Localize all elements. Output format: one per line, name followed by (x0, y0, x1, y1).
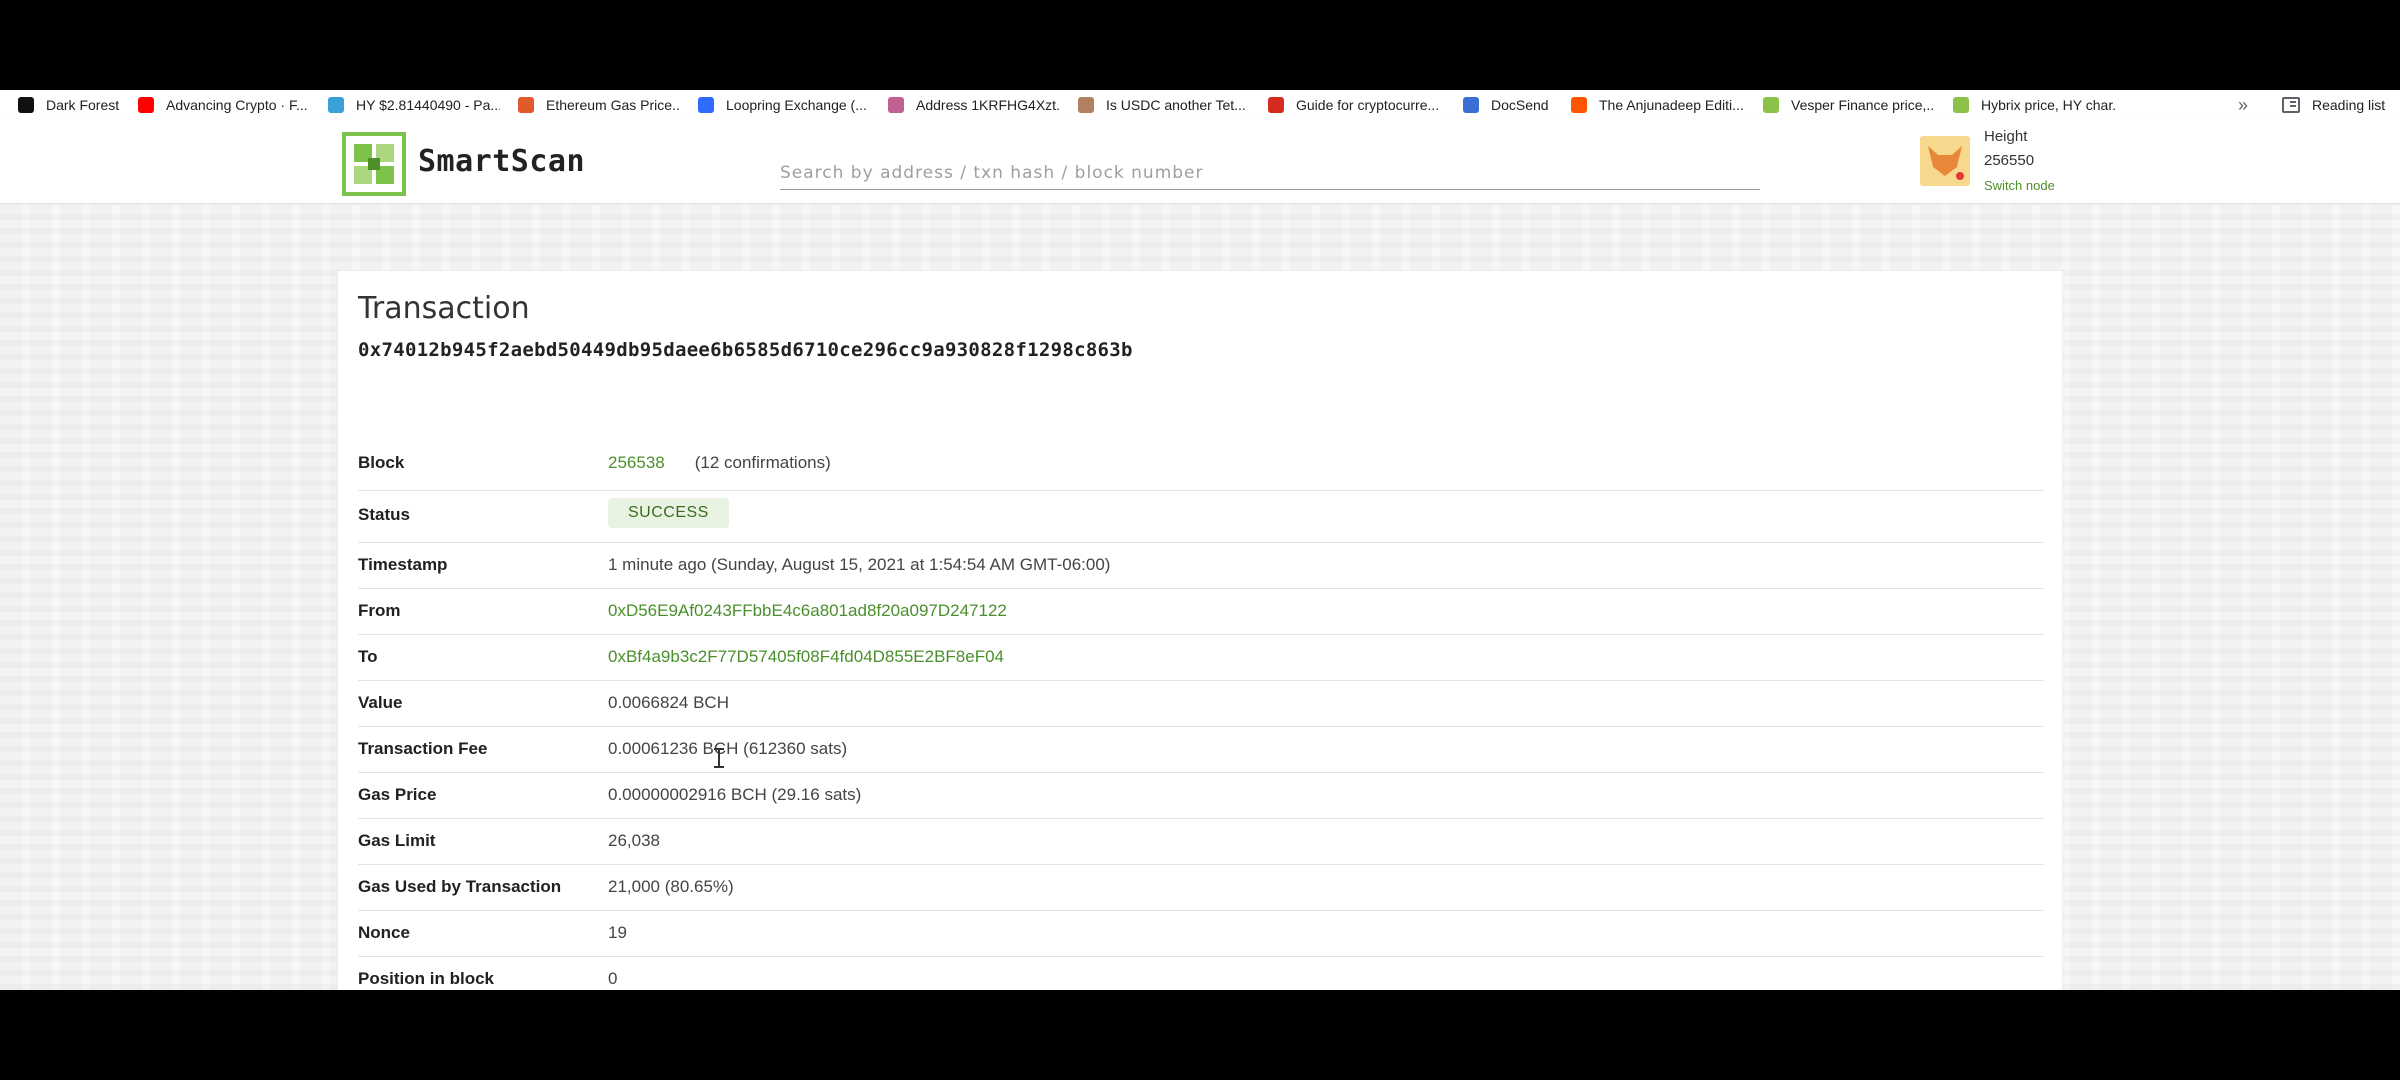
bookmark-favicon-icon (888, 97, 904, 113)
bookmark-favicon-icon (1078, 97, 1094, 113)
reading-list-label: Reading list (2312, 97, 2386, 113)
brand-name[interactable]: SmartScan (418, 144, 585, 179)
smartscan-logo-icon[interactable] (342, 132, 406, 196)
bookmark-label: Loopring Exchange (... (726, 97, 867, 113)
fee-value: 0.00061236 BCH (612360 sats) (608, 739, 848, 758)
bookmark-label: Vesper Finance price,... (1791, 97, 1935, 113)
bookmark-item[interactable]: Guide for cryptocurre... (1250, 90, 1445, 120)
bookmark-item[interactable]: The Anjunadeep Editi... (1553, 90, 1745, 120)
letterbox-bottom (0, 990, 2400, 1080)
height-value: 256550 (1984, 152, 2035, 169)
row-gas-price: Gas Price 0.00000002916 BCH (29.16 sats) (358, 773, 2044, 819)
nonce-value: 19 (608, 923, 627, 942)
bookmark-favicon-icon (328, 97, 344, 113)
letterbox-top (0, 0, 2400, 90)
to-label: To (358, 647, 378, 666)
row-value: Value 0.0066824 BCH (358, 681, 2044, 727)
bookmark-favicon-icon (138, 97, 154, 113)
page-title: Transaction (358, 291, 530, 326)
status-badge: SUCCESS (608, 498, 729, 528)
row-gas-limit: Gas Limit 26,038 (358, 819, 2044, 865)
nonce-label: Nonce (358, 923, 410, 942)
bookmark-label: Guide for cryptocurre... (1296, 97, 1440, 113)
gas-limit-value: 26,038 (608, 831, 660, 850)
bookmark-favicon-icon (1571, 97, 1587, 113)
bookmark-label: Ethereum Gas Price... (546, 97, 680, 113)
bookmarks-bar: Dark Forest Advancing Crypto · F... HY $2.… (0, 90, 2400, 120)
bookmark-item[interactable]: Advancing Crypto · F... (120, 90, 310, 120)
timestamp-value: 1 minute ago (Sunday, August 15, 2021 at… (608, 555, 1111, 574)
bookmark-item[interactable]: Address 1KRFHG4Xzt... (870, 90, 1060, 120)
text-cursor-icon (714, 748, 724, 768)
bookmark-label: Hybrix price, HY char... (1981, 97, 2117, 113)
transaction-card: Transaction 0x74012b945f2aebd50449db95da… (337, 270, 2063, 990)
bookmark-item[interactable]: Ethereum Gas Price... (500, 90, 680, 120)
bookmark-label: Is USDC another Tet... (1106, 97, 1246, 113)
bookmark-item[interactable]: Vesper Finance price,... (1745, 90, 1935, 120)
bookmark-item[interactable]: Dark Forest (0, 90, 120, 120)
bookmark-item[interactable]: DocSend (1445, 90, 1553, 120)
block-number-link[interactable]: 256538 (608, 453, 665, 472)
switch-node-link[interactable]: Switch node (1984, 178, 2055, 193)
gas-price-label: Gas Price (358, 785, 437, 804)
row-status: Status SUCCESS (358, 491, 2044, 543)
bookmark-item[interactable]: Loopring Exchange (... (680, 90, 870, 120)
metamask-fox-icon[interactable] (1920, 136, 1970, 186)
row-nonce: Nonce 19 (358, 911, 2044, 957)
app-header: SmartScan Height 256550 Switch node (0, 120, 2400, 204)
search-input[interactable] (780, 156, 1760, 190)
row-transaction-fee: Transaction Fee 0.00061236 BCH (612360 s… (358, 727, 2044, 773)
bookmark-favicon-icon (1463, 97, 1479, 113)
bookmark-favicon-icon (518, 97, 534, 113)
value-amount: 0.0066824 BCH (608, 693, 729, 712)
bookmark-label: Dark Forest (46, 97, 120, 113)
bookmark-label: The Anjunadeep Editi... (1599, 97, 1744, 113)
bookmark-item[interactable]: Hybrix price, HY char... (1935, 90, 2117, 120)
fee-label: Transaction Fee (358, 739, 488, 758)
row-gas-used: Gas Used by Transaction 21,000 (80.65%) (358, 865, 2044, 911)
reading-list-icon (2282, 97, 2300, 113)
row-from: From 0xD56E9Af0243FFbbE4c6a801ad8f20a097… (358, 589, 2044, 635)
bookmark-favicon-icon (1268, 97, 1284, 113)
confirmations-text: (12 confirmations) (694, 453, 831, 472)
bookmark-label: HY $2.81440490 - Pa... (356, 97, 500, 113)
height-label: Height (1984, 128, 2028, 145)
gas-used-label: Gas Used by Transaction (358, 877, 562, 896)
bookmark-favicon-icon (1953, 97, 1969, 113)
status-label: Status (358, 505, 410, 524)
gas-price-value: 0.00000002916 BCH (29.16 sats) (608, 785, 862, 804)
bookmark-label: DocSend (1491, 97, 1549, 113)
value-label: Value (358, 693, 403, 712)
row-timestamp: Timestamp 1 minute ago (Sunday, August 1… (358, 543, 2044, 589)
from-address-link[interactable]: 0xD56E9Af0243FFbbE4c6a801ad8f20a097D2471… (608, 601, 1007, 621)
gas-limit-label: Gas Limit (358, 831, 436, 850)
block-label: Block (358, 453, 405, 472)
to-address-link[interactable]: 0xBf4a9b3c2F77D57405f08F4fd04D855E2BF8eF… (608, 647, 1004, 667)
bookmarks-overflow-button[interactable]: » (2238, 90, 2248, 120)
bookmark-item[interactable]: Is USDC another Tet... (1060, 90, 1250, 120)
gas-used-value: 21,000 (80.65%) (608, 877, 734, 896)
from-label: From (358, 601, 401, 620)
bookmark-favicon-icon (1763, 97, 1779, 113)
bookmark-favicon-icon (18, 97, 34, 113)
position-value: 0 (608, 969, 618, 988)
row-block: Block 256538 (12 confirmations) (358, 441, 2044, 491)
row-to: To 0xBf4a9b3c2F77D57405f08F4fd04D855E2BF… (358, 635, 2044, 681)
timestamp-label: Timestamp (358, 555, 448, 574)
position-label: Position in block (358, 969, 495, 988)
bookmark-label: Advancing Crypto · F... (166, 97, 308, 113)
bookmark-label: Address 1KRFHG4Xzt... (916, 97, 1060, 113)
bookmark-favicon-icon (698, 97, 714, 113)
transaction-hash: 0x74012b945f2aebd50449db95daee6b6585d671… (358, 339, 1133, 361)
reading-list-button[interactable]: Reading list (2282, 90, 2385, 120)
bookmark-item[interactable]: HY $2.81440490 - Pa... (310, 90, 500, 120)
